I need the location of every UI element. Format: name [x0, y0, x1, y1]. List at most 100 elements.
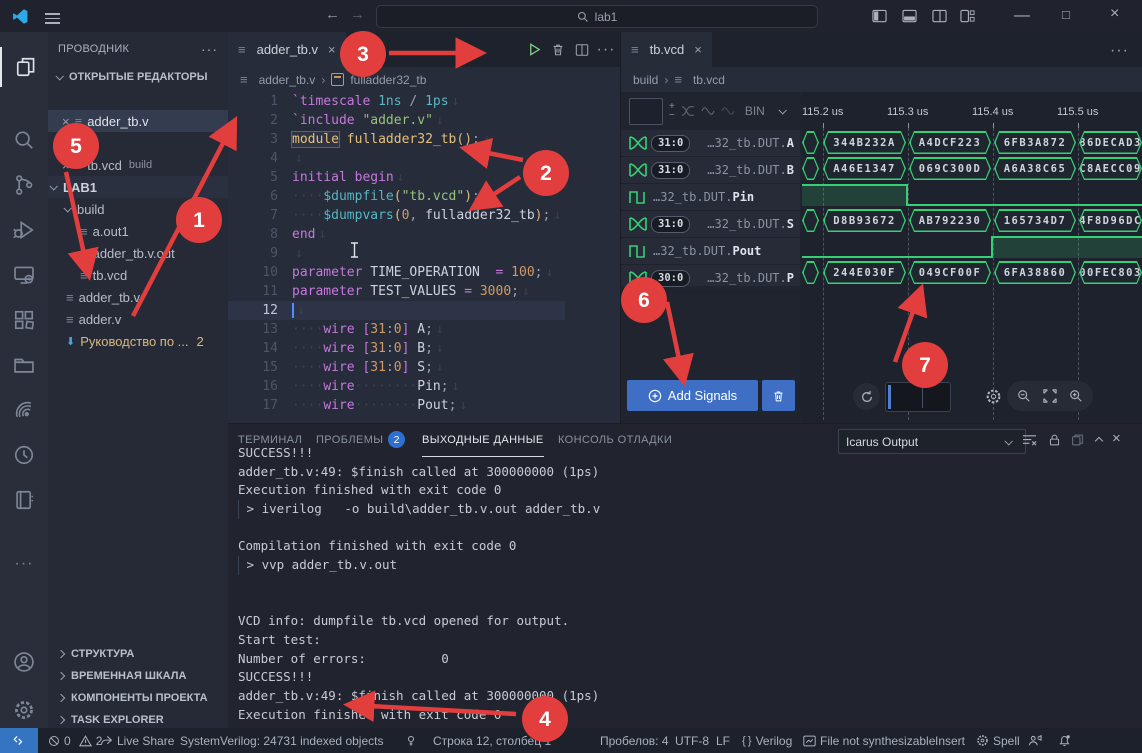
- wave-settings-gear-icon[interactable]: [985, 388, 1002, 405]
- language-mode[interactable]: { }Verilog: [742, 728, 792, 753]
- tab-close-icon[interactable]: ×: [328, 42, 336, 57]
- run-debug-icon[interactable]: [0, 210, 48, 250]
- waveform-canvas[interactable]: 115.2 us115.3 us115.4 us115.5 us344B232A…: [802, 92, 1142, 423]
- eol-status[interactable]: LF: [716, 728, 730, 753]
- wave-expand-collapse[interactable]: +−: [669, 102, 675, 120]
- search-view-icon[interactable]: [0, 120, 48, 160]
- split-editor-icon[interactable]: [570, 32, 594, 67]
- source-control-icon[interactable]: [0, 165, 48, 205]
- notifications-bell-icon[interactable]: [1058, 734, 1071, 747]
- zoom-out-icon[interactable]: [1017, 389, 1031, 403]
- menu-icon[interactable]: [45, 10, 60, 27]
- signal-row-a[interactable]: 31:0…32_tb.DUT.A: [621, 130, 800, 157]
- nav-forward-icon[interactable]: →: [350, 6, 365, 23]
- code-line[interactable]: 9↓: [228, 244, 565, 263]
- code-line[interactable]: 13····wire [31:0] A;↓: [228, 320, 565, 339]
- settings-gear-icon[interactable]: [0, 690, 48, 730]
- code-line[interactable]: 7····$dumpvars(0, fulladder32_tb);↓: [228, 206, 565, 225]
- open-editors-group[interactable]: [48, 132, 228, 154]
- code-line[interactable]: 5initial begin↓: [228, 168, 565, 187]
- spell-status[interactable]: Spell: [976, 728, 1020, 753]
- wave-color-swatch[interactable]: [629, 98, 663, 125]
- cursor-position[interactable]: Строка 12, столбец 1: [433, 728, 551, 753]
- sidebar-section-компоненты-проекта[interactable]: КОМПОНЕНТЫ ПРОЕКТА: [48, 687, 228, 709]
- signal-row-pout[interactable]: …32_tb.DUT.Pout: [621, 238, 800, 265]
- workspace-root[interactable]: LAB1: [48, 176, 228, 198]
- espressif-icon[interactable]: [0, 390, 48, 430]
- toggle-panel-icon[interactable]: [902, 9, 917, 23]
- live-share-button[interactable]: Live Share: [100, 728, 174, 753]
- wave-breadcrumb[interactable]: build › ≡ tb.vcd: [621, 67, 1142, 92]
- trash-icon[interactable]: [546, 32, 570, 67]
- maximize-button[interactable]: □: [1062, 7, 1070, 22]
- close-editor-icon[interactable]: ×: [62, 158, 70, 173]
- breadcrumb[interactable]: ≡ adder_tb.v › fulladder32_tb: [228, 67, 620, 92]
- tree-item[interactable]: ×≡tb.vcdbuild: [48, 154, 228, 176]
- analog-format-icon-2[interactable]: [721, 105, 735, 117]
- extensions-icon[interactable]: [0, 300, 48, 340]
- remote-indicator[interactable]: [0, 728, 38, 753]
- open-editors-group[interactable]: [48, 88, 228, 110]
- signal-row-s[interactable]: 31:0…32_tb.DUT.S: [621, 211, 800, 238]
- tree-item[interactable]: ≡adder.v: [48, 308, 228, 330]
- nav-back-icon[interactable]: ←: [325, 6, 340, 23]
- notebook-icon[interactable]: [0, 480, 48, 520]
- encoding-status[interactable]: UTF-8: [675, 728, 709, 753]
- code-line[interactable]: 1`timescale 1ns / 1ps↓: [228, 92, 565, 111]
- tree-item[interactable]: ≡tb.vcd: [48, 264, 228, 286]
- code-line[interactable]: 12↓: [228, 301, 565, 320]
- tree-item[interactable]: ≡a.out1: [48, 220, 228, 242]
- sidebar-section-структура[interactable]: СТРУКТУРА: [48, 643, 228, 665]
- code-line[interactable]: 10parameter TIME_OPERATION = 100;↓: [228, 263, 565, 282]
- more-views-icon[interactable]: ···: [0, 544, 48, 584]
- language-status[interactable]: SystemVerilog: 24731 indexed objects: [180, 728, 383, 753]
- wave-reload-button[interactable]: [853, 383, 880, 410]
- tree-item[interactable]: ≡adder_tb.v: [48, 286, 228, 308]
- tree-item[interactable]: ⬇Руководство по ...2: [48, 330, 228, 352]
- code-editor[interactable]: 1`timescale 1ns / 1ps↓2`include "adder.v…: [228, 92, 565, 423]
- code-line[interactable]: 14····wire [31:0] B;↓: [228, 339, 565, 358]
- toggle-secondary-sidebar-icon[interactable]: [932, 9, 947, 23]
- wave-delete-button[interactable]: [762, 380, 795, 411]
- tree-item[interactable]: ×≡adder_tb.v: [48, 110, 228, 132]
- close-editor-icon[interactable]: ×: [62, 114, 70, 129]
- close-button[interactable]: ×: [1110, 5, 1119, 23]
- bus-format-icon[interactable]: [681, 105, 695, 117]
- add-signals-button[interactable]: Add Signals: [627, 380, 758, 411]
- code-line[interactable]: 16····wire········Pin;↓: [228, 377, 565, 396]
- signal-row-p[interactable]: 30:0…32_tb.DUT.P: [621, 265, 800, 292]
- code-line[interactable]: 11parameter TEST_VALUES = 3000;↓: [228, 282, 565, 301]
- signal-row-b[interactable]: 31:0…32_tb.DUT.B: [621, 157, 800, 184]
- code-line[interactable]: 4↓: [228, 149, 565, 168]
- editor-more-icon[interactable]: ···: [594, 32, 618, 67]
- open-editors-header[interactable]: ОТКРЫТЫЕ РЕДАКТОРЫ: [48, 66, 228, 88]
- wave-scroll-widget[interactable]: [885, 382, 951, 412]
- code-line[interactable]: 2`include "adder.v"↓: [228, 111, 565, 130]
- terminal-output[interactable]: SUCCESS!!!adder_tb.v:49: $finish called …: [238, 444, 1134, 729]
- feedback-icon[interactable]: [1028, 734, 1042, 747]
- analog-format-icon[interactable]: [701, 105, 715, 117]
- indentation-status[interactable]: Пробелов: 4: [600, 728, 669, 753]
- tab-close-icon[interactable]: ×: [694, 42, 702, 57]
- zoom-fit-icon[interactable]: [1043, 389, 1057, 403]
- code-line[interactable]: 17····wire········Pout;↓: [228, 396, 565, 415]
- problems-status[interactable]: 0 2: [48, 728, 102, 753]
- port-icon[interactable]: [405, 734, 417, 747]
- code-line[interactable]: 3module fulladder32_tb();↓: [228, 130, 565, 149]
- sidebar-more-icon[interactable]: ···: [201, 41, 218, 57]
- minimize-button[interactable]: —: [1014, 7, 1030, 25]
- account-icon[interactable]: [0, 642, 48, 682]
- synthesizable-status[interactable]: File not synthesizable: [803, 728, 935, 753]
- code-line[interactable]: 15····wire [31:0] S;↓: [228, 358, 565, 377]
- code-line[interactable]: 8end↓: [228, 225, 565, 244]
- folder-view-icon[interactable]: [0, 345, 48, 385]
- zoom-in-icon[interactable]: [1069, 389, 1083, 403]
- tree-folder[interactable]: build: [48, 198, 228, 220]
- tab-tb-vcd[interactable]: ≡ tb.vcd ×: [621, 32, 712, 67]
- signal-row-pin[interactable]: …32_tb.DUT.Pin: [621, 184, 800, 211]
- sidebar-section-временная-шкала[interactable]: ВРЕМЕННАЯ ШКАЛА: [48, 665, 228, 687]
- explorer-icon[interactable]: [0, 47, 50, 87]
- radix-select[interactable]: BIN: [745, 104, 765, 118]
- tree-item[interactable]: ≡adder_tb.v.out: [48, 242, 228, 264]
- wave-more-icon[interactable]: ···: [1110, 42, 1129, 60]
